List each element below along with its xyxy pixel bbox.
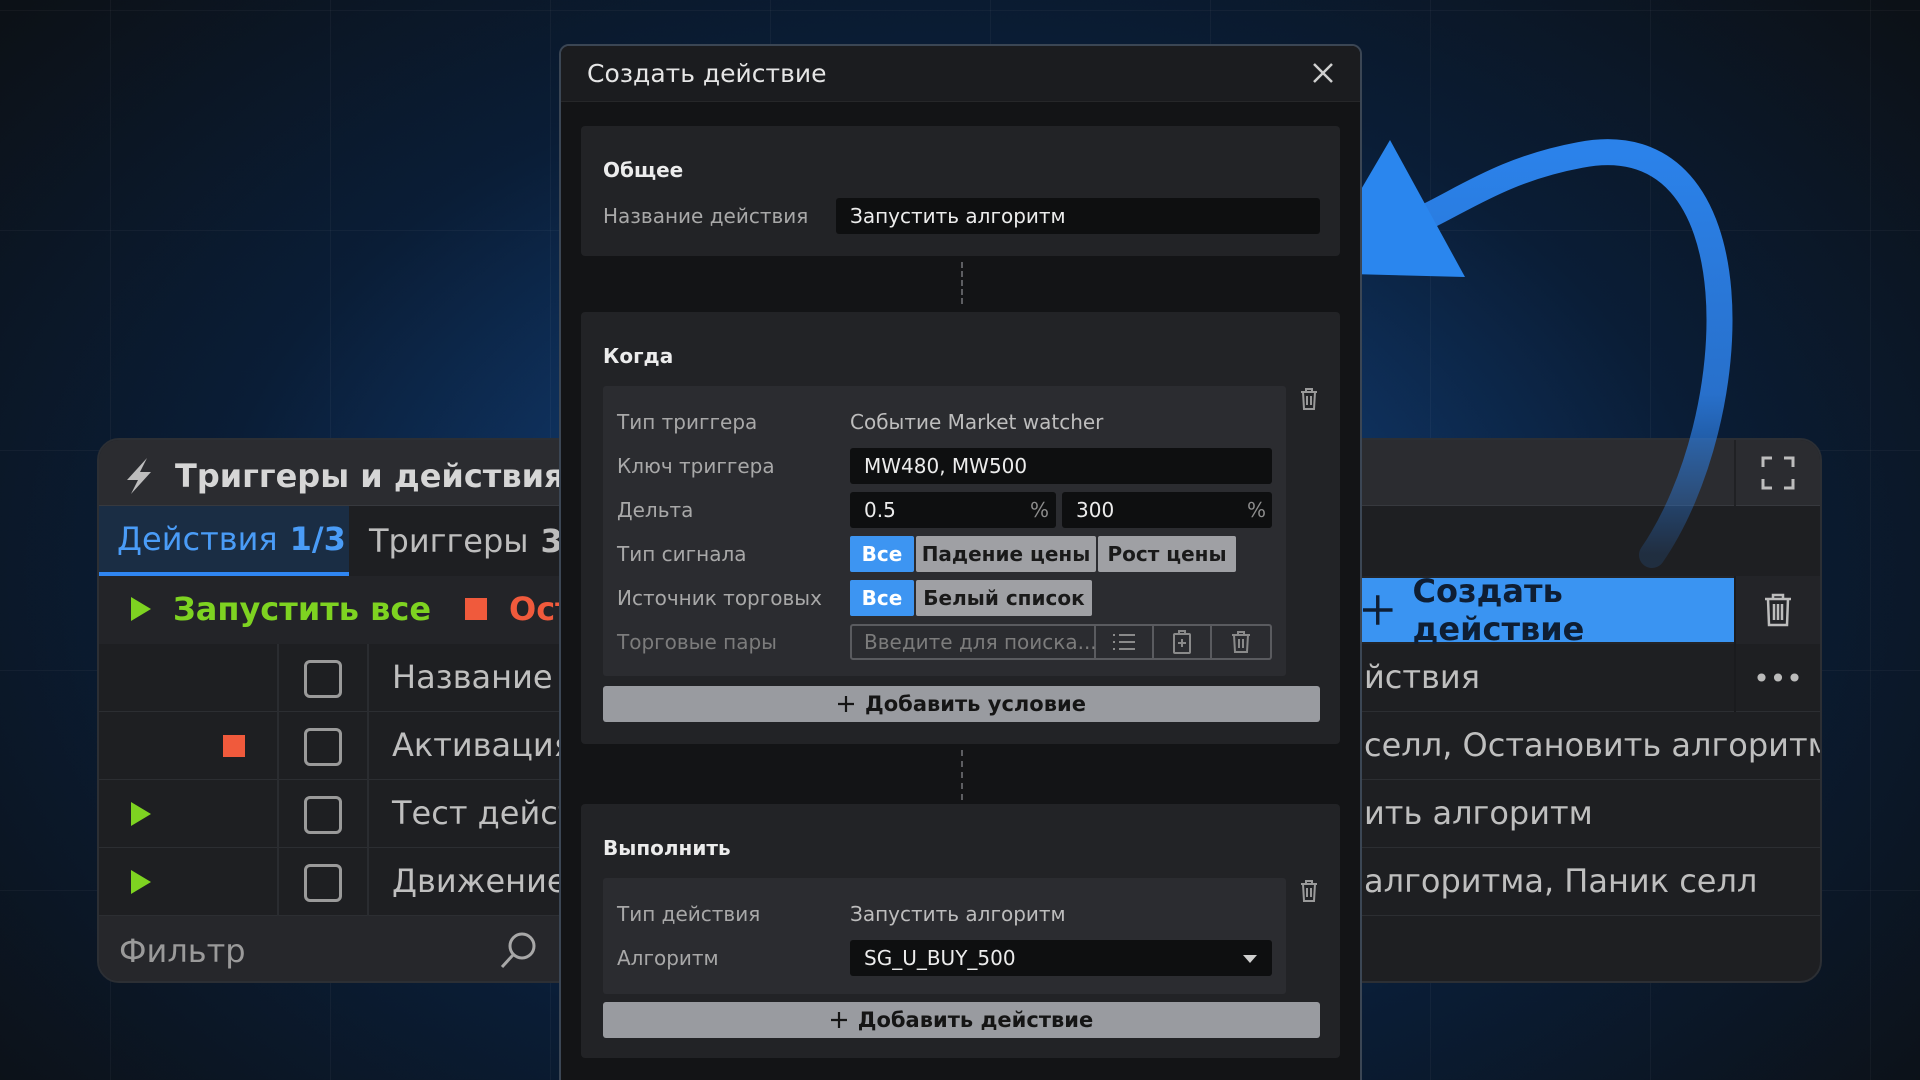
action-name-input[interactable]: Запустить алгоритм bbox=[836, 198, 1320, 234]
pairs-search-input[interactable]: Введите для поиска... bbox=[852, 626, 1097, 658]
pairs-search: Введите для поиска... bbox=[850, 624, 1272, 660]
section-general-title: Общее bbox=[603, 158, 684, 182]
modal-title: Создать действие bbox=[587, 59, 827, 88]
trash-icon bbox=[1301, 880, 1317, 902]
clear-button[interactable] bbox=[1212, 626, 1270, 658]
trash-icon bbox=[1301, 388, 1317, 410]
chevron-down-icon bbox=[1243, 955, 1257, 963]
add-condition-button[interactable]: Добавить условие bbox=[603, 686, 1320, 722]
action-block: Тип действия Запустить алгоритм Алгоритм… bbox=[603, 878, 1286, 994]
signal-type-label: Тип сигнала bbox=[617, 542, 747, 566]
close-button[interactable] bbox=[1310, 60, 1336, 92]
add-action-button[interactable]: Добавить действие bbox=[603, 1002, 1320, 1038]
close-icon bbox=[1313, 63, 1333, 83]
source-label: Источник торговых bbox=[617, 586, 822, 610]
paste-button[interactable] bbox=[1154, 626, 1213, 658]
plus-icon bbox=[838, 696, 855, 712]
create-action-modal: Создать действие Общее Название действия… bbox=[559, 44, 1362, 1080]
algorithm-label: Алгоритм bbox=[617, 946, 719, 970]
list-icon bbox=[1113, 634, 1135, 650]
percent-unit: % bbox=[1030, 498, 1050, 522]
connector-line bbox=[961, 750, 963, 800]
trigger-type-label: Тип триггера bbox=[617, 410, 758, 434]
action-name-label: Название действия bbox=[603, 204, 809, 228]
condition-block: Тип триггера Событие Market watcher Ключ… bbox=[603, 386, 1286, 676]
section-execute: Выполнить Тип действия Запустить алгорит… bbox=[581, 804, 1340, 1058]
delta-input-2[interactable]: 300 bbox=[1062, 492, 1272, 528]
percent-unit: % bbox=[1247, 498, 1267, 522]
source-option-whitelist[interactable]: Белый список bbox=[916, 580, 1092, 616]
section-when-title: Когда bbox=[603, 344, 674, 368]
trigger-key-input[interactable]: MW480, MW500 bbox=[850, 448, 1272, 484]
trigger-key-label: Ключ триггера bbox=[617, 454, 775, 478]
pairs-label: Торговые пары bbox=[617, 630, 777, 654]
action-type-value: Запустить алгоритм bbox=[850, 902, 1066, 926]
section-general: Общее Название действия Запустить алгори… bbox=[581, 126, 1340, 256]
signal-type-selector: Все Падение цены Рост цены bbox=[850, 536, 1238, 572]
section-execute-title: Выполнить bbox=[603, 836, 731, 860]
signal-option-rise[interactable]: Рост цены bbox=[1098, 536, 1236, 572]
source-selector: Все Белый список bbox=[850, 580, 1094, 616]
connector-line bbox=[961, 262, 963, 304]
plus-icon bbox=[830, 1012, 847, 1028]
action-type-label: Тип действия bbox=[617, 902, 761, 926]
trash-icon bbox=[1232, 631, 1250, 653]
signal-option-fall[interactable]: Падение цены bbox=[916, 536, 1096, 572]
delta-label: Дельта bbox=[617, 498, 694, 522]
trigger-type-value: Событие Market watcher bbox=[850, 410, 1104, 434]
algorithm-select[interactable]: SG_U_BUY_500 bbox=[850, 940, 1272, 976]
source-option-all[interactable]: Все bbox=[850, 580, 914, 616]
delta-input-1[interactable]: 0.5 bbox=[850, 492, 1056, 528]
delete-action-button[interactable] bbox=[1300, 880, 1318, 906]
paste-icon bbox=[1173, 630, 1192, 654]
section-when: Когда Тип триггера Событие Market watche… bbox=[581, 312, 1340, 744]
signal-option-all[interactable]: Все bbox=[850, 536, 914, 572]
modal-header: Создать действие bbox=[561, 46, 1360, 102]
list-button[interactable] bbox=[1096, 626, 1155, 658]
delete-condition-button[interactable] bbox=[1300, 388, 1318, 414]
